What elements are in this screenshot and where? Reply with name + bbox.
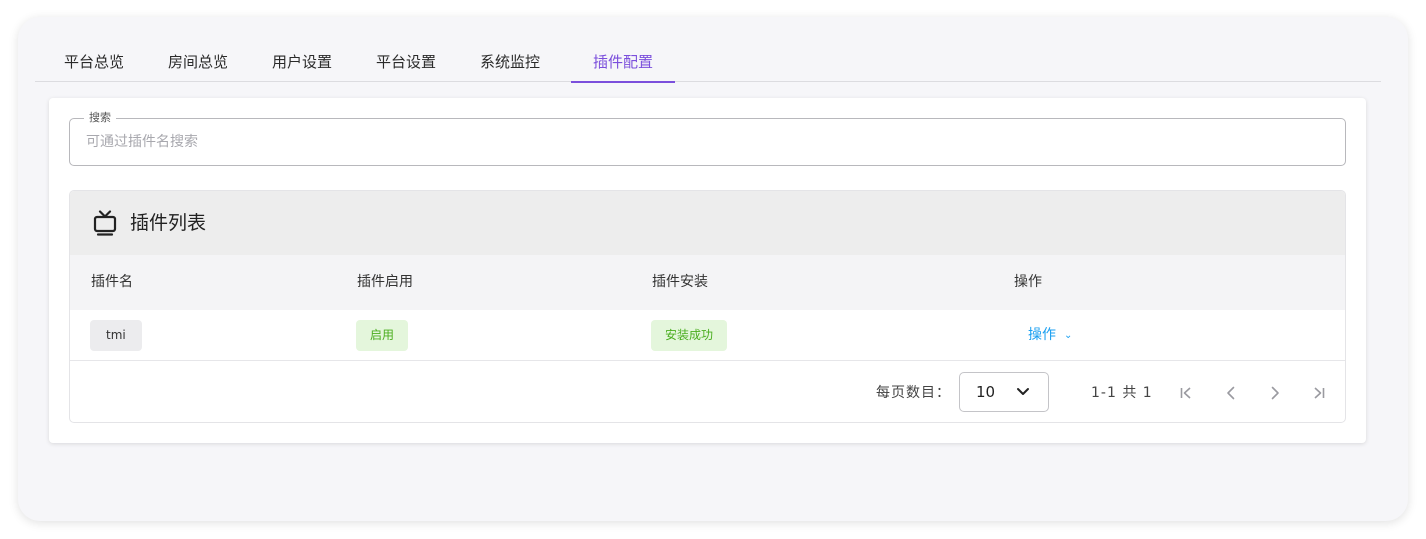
table-title: 插件列表 <box>130 212 207 234</box>
search-input[interactable] <box>86 130 1326 154</box>
table-header: 插件列表 <box>70 191 1345 255</box>
tab-platform-settings[interactable]: 平台设置 <box>369 43 443 82</box>
table-row: tmi 启用 安装成功 操作 ⌄ <box>70 310 1345 361</box>
search-field: 搜索 <box>69 110 1346 166</box>
first-page-icon[interactable] <box>1174 381 1198 405</box>
plugin-name-chip: tmi <box>90 320 142 351</box>
page-range: 1-1 共 1 <box>1091 385 1153 401</box>
tab-room-overview[interactable]: 房间总览 <box>161 43 235 82</box>
app-window: 平台总览 房间总览 用户设置 平台设置 系统监控 插件配置 搜索 插件列表 插件… <box>18 17 1408 521</box>
column-header-name: 插件名 <box>91 274 133 290</box>
chevron-down-icon: ⌄ <box>1064 330 1073 341</box>
enabled-status-badge: 启用 <box>356 320 409 351</box>
rows-per-page-label: 每页数目： <box>876 385 951 401</box>
column-header-row: 插件名 插件启用 插件安装 操作 <box>70 255 1345 310</box>
tab-user-settings[interactable]: 用户设置 <box>265 43 339 82</box>
tab-system-monitor[interactable]: 系统监控 <box>473 43 547 82</box>
search-label: 搜索 <box>84 110 116 126</box>
column-header-install: 插件安装 <box>652 274 708 290</box>
prev-page-icon[interactable] <box>1219 381 1243 405</box>
rows-per-page-value: 10 <box>976 383 996 401</box>
tab-bar: 平台总览 房间总览 用户设置 平台设置 系统监控 插件配置 <box>35 43 1381 83</box>
tab-platform-overview[interactable]: 平台总览 <box>57 43 131 82</box>
column-header-enabled: 插件启用 <box>357 274 413 290</box>
plugin-table: 插件列表 插件名 插件启用 插件安装 操作 tmi 启用 安装成功 操作 ⌄ 每页… <box>69 190 1346 423</box>
action-menu-button[interactable]: 操作 ⌄ <box>1028 310 1072 361</box>
rows-per-page-select[interactable]: 10 <box>959 372 1049 412</box>
column-header-action: 操作 <box>1014 274 1042 290</box>
tv-icon <box>93 210 117 236</box>
install-status-badge: 安装成功 <box>651 320 728 351</box>
plugin-config-panel: 搜索 插件列表 插件名 插件启用 插件安装 操作 tmi <box>49 98 1366 443</box>
action-menu-label: 操作 <box>1028 327 1056 343</box>
tab-plugin-config[interactable]: 插件配置 <box>571 43 675 83</box>
chevron-down-icon <box>1017 388 1029 395</box>
next-page-icon[interactable] <box>1263 381 1287 405</box>
pagination: 每页数目： 10 1-1 共 1 <box>70 362 1345 422</box>
last-page-icon[interactable] <box>1307 381 1331 405</box>
